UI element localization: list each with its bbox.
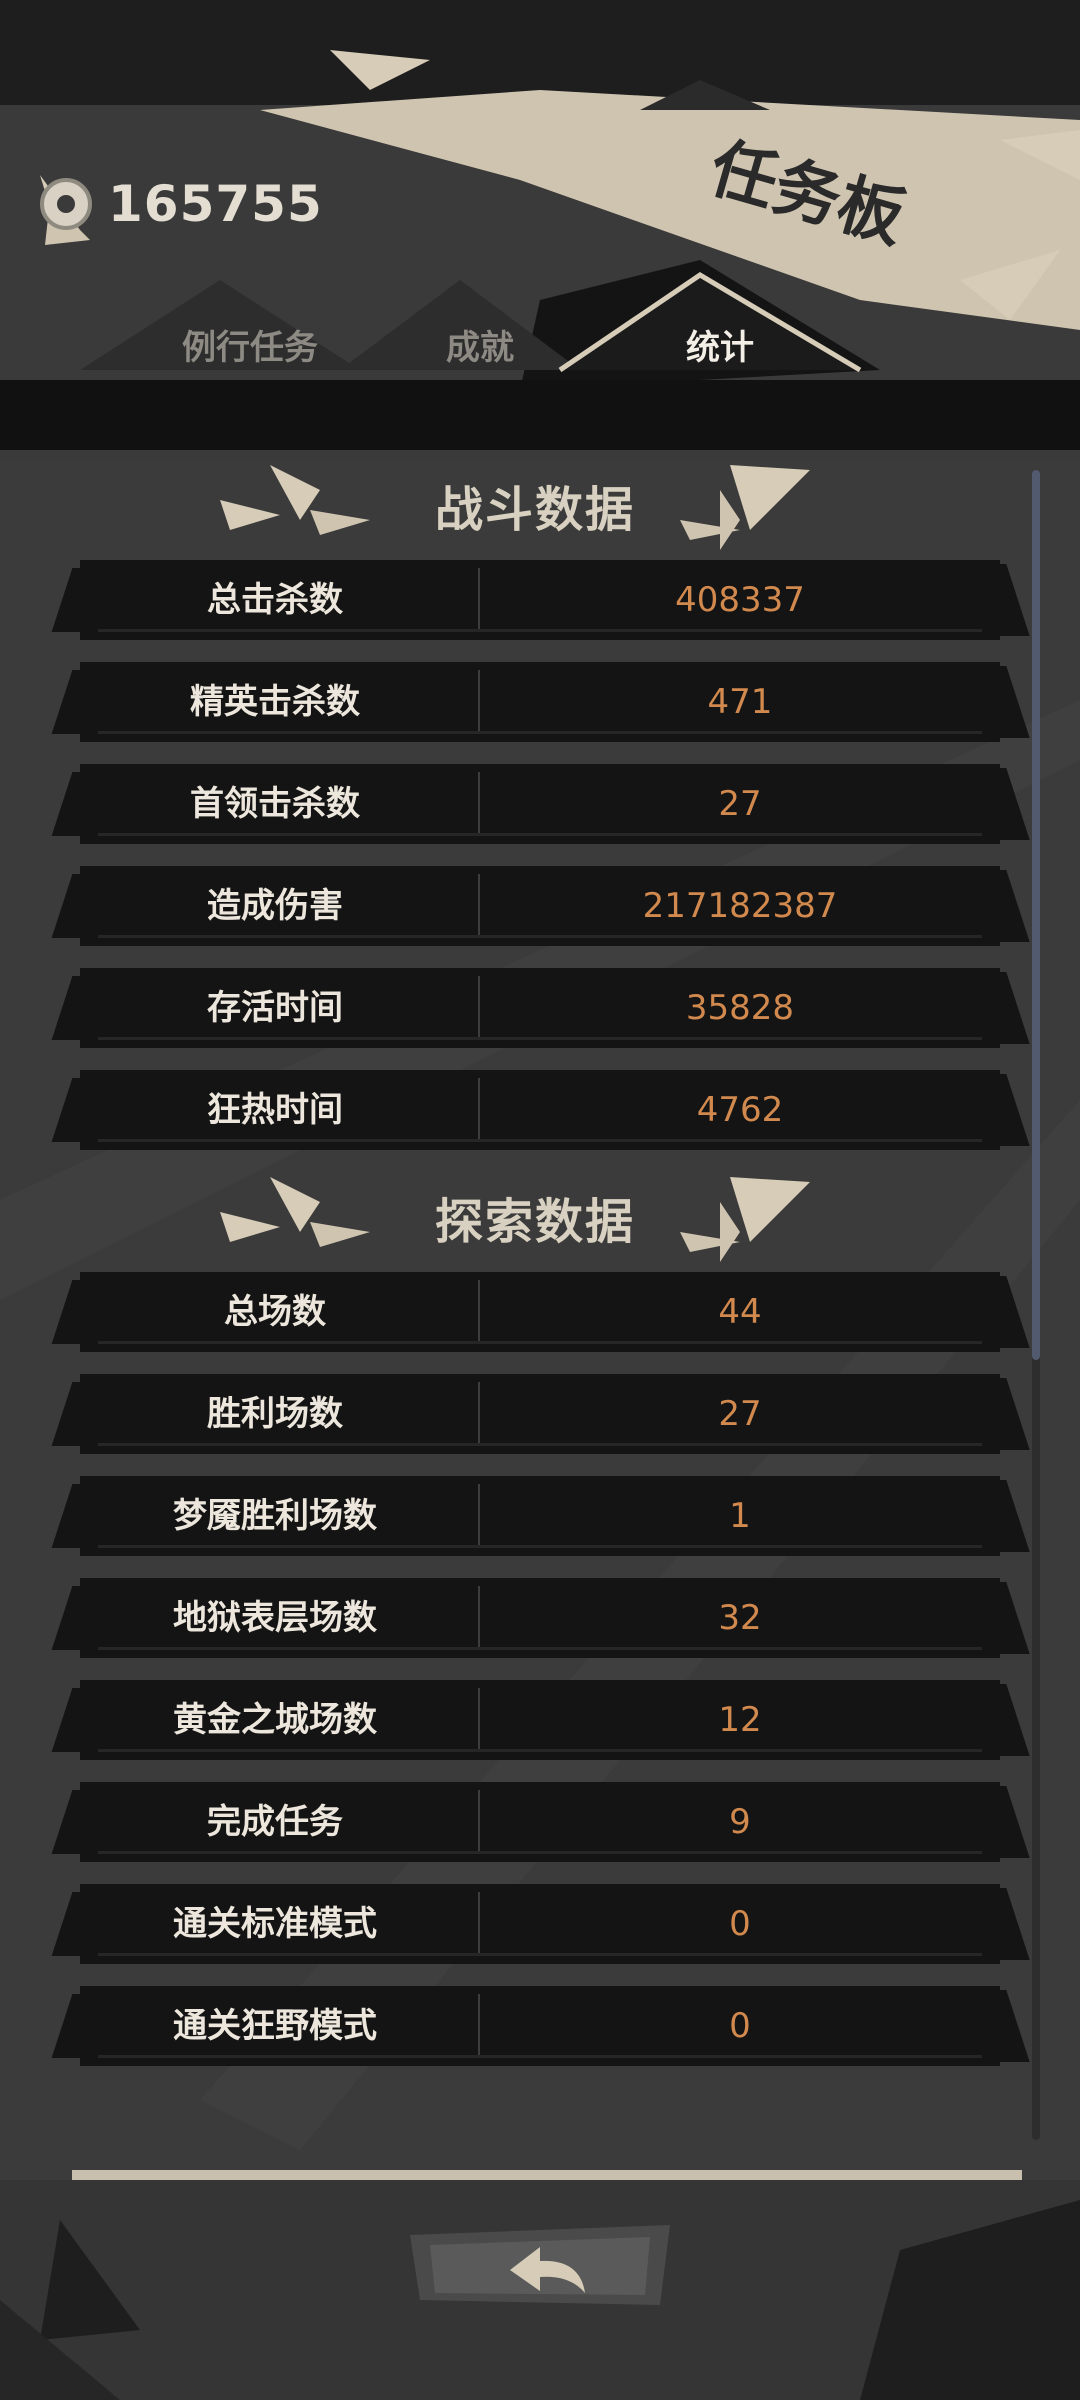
scrollbar[interactable] xyxy=(1032,470,1040,2140)
tab-bar: 例行任务 成就 统计 xyxy=(70,300,930,390)
row-underline xyxy=(98,1037,982,1040)
coin-value: 165755 xyxy=(108,175,323,233)
row-underline xyxy=(98,1953,982,1956)
bottom-divider xyxy=(72,2170,1022,2180)
stat-label: 总场数 xyxy=(224,1292,326,1332)
stat-value: 32 xyxy=(718,1598,762,1638)
stat-label: 精英击杀数 xyxy=(190,682,360,722)
stat-value: 0 xyxy=(729,1904,751,1944)
shard-left-icon xyxy=(220,1177,370,1247)
stat-value: 1 xyxy=(729,1496,751,1536)
stat-label: 胜利场数 xyxy=(207,1394,343,1434)
row-underline xyxy=(98,1749,982,1752)
stat-label: 梦魇胜利场数 xyxy=(173,1496,377,1536)
back-button[interactable] xyxy=(400,2215,680,2315)
stat-row-wild-clears: 通关狂野模式 0 xyxy=(80,1986,1000,2066)
stat-label: 总击杀数 xyxy=(207,580,343,620)
stat-row-survival-time: 存活时间 35828 xyxy=(80,968,1000,1048)
stat-row-standard-clears: 通关标准模式 0 xyxy=(80,1884,1000,1964)
tab-routine-tasks[interactable]: 例行任务 xyxy=(130,320,370,370)
stat-value: 44 xyxy=(718,1292,762,1332)
stat-row-golden-city: 黄金之城场数 12 xyxy=(80,1680,1000,1760)
stat-value: 217182387 xyxy=(642,886,838,926)
section-combat-title: 战斗数据 xyxy=(434,482,635,538)
stat-label: 通关狂野模式 xyxy=(173,2006,377,2046)
stat-value: 35828 xyxy=(685,988,795,1028)
stat-value: 408337 xyxy=(675,580,805,620)
stat-row-wins: 胜利场数 27 xyxy=(80,1374,1000,1454)
shard-right-icon xyxy=(680,1177,810,1262)
stat-label: 通关标准模式 xyxy=(173,1904,377,1944)
stat-value: 27 xyxy=(718,784,762,824)
stat-row-boss-kills: 首领击杀数 27 xyxy=(80,764,1000,844)
stat-value: 0 xyxy=(729,2006,751,2046)
row-underline xyxy=(98,1545,982,1548)
stat-label: 地狱表层场数 xyxy=(173,1598,377,1638)
stat-row-damage-dealt: 造成伤害 217182387 xyxy=(80,866,1000,946)
stat-row-total-kills: 总击杀数 408337 xyxy=(80,560,1000,640)
coin-counter: 165755 xyxy=(40,175,323,233)
row-underline xyxy=(98,1851,982,1854)
stat-row-frenzy-time: 狂热时间 4762 xyxy=(80,1070,1000,1150)
row-underline xyxy=(98,629,982,632)
stat-label: 黄金之城场数 xyxy=(173,1700,377,1740)
stat-label: 首领击杀数 xyxy=(190,784,360,824)
tab-achievements[interactable]: 成就 xyxy=(410,320,550,370)
stat-value: 9 xyxy=(729,1802,751,1842)
stat-value: 4762 xyxy=(696,1090,784,1130)
stat-row-tasks-completed: 完成任务 9 xyxy=(80,1782,1000,1862)
stat-row-total-matches: 总场数 44 xyxy=(80,1272,1000,1352)
header-stripe xyxy=(0,380,1080,450)
stat-row-nightmare-wins: 梦魇胜利场数 1 xyxy=(80,1476,1000,1556)
shard-left-icon xyxy=(220,465,370,535)
stat-label: 造成伤害 xyxy=(207,886,343,926)
row-underline xyxy=(98,1341,982,1344)
row-underline xyxy=(98,833,982,836)
row-underline xyxy=(98,731,982,734)
shard-right-icon xyxy=(680,465,810,550)
row-underline xyxy=(98,1647,982,1650)
top-bar xyxy=(0,0,1080,110)
stat-value: 27 xyxy=(718,1394,762,1434)
section-explore-header: 探索数据 xyxy=(70,1172,1000,1272)
scroll-thumb[interactable] xyxy=(1032,470,1040,1360)
row-underline xyxy=(98,2055,982,2058)
row-underline xyxy=(98,1443,982,1446)
tab-statistics[interactable]: 统计 xyxy=(630,320,810,370)
section-combat-header: 战斗数据 xyxy=(70,460,1000,560)
coin-eye-icon xyxy=(40,178,92,230)
stats-content: 战斗数据 总击杀数 408337 精英击杀数 471 首领击杀数 27 造成伤害 217… xyxy=(70,460,1000,2088)
stat-label: 狂热时间 xyxy=(207,1090,343,1130)
stat-value: 12 xyxy=(718,1700,762,1740)
stat-label: 存活时间 xyxy=(207,988,343,1028)
stat-row-elite-kills: 精英击杀数 471 xyxy=(80,662,1000,742)
section-explore-title: 探索数据 xyxy=(434,1194,635,1250)
stat-value: 471 xyxy=(707,682,773,722)
back-arrow-icon xyxy=(410,2225,670,2305)
row-underline xyxy=(98,1139,982,1142)
row-underline xyxy=(98,935,982,938)
stat-row-hell-surface: 地狱表层场数 32 xyxy=(80,1578,1000,1658)
stat-label: 完成任务 xyxy=(207,1802,343,1842)
